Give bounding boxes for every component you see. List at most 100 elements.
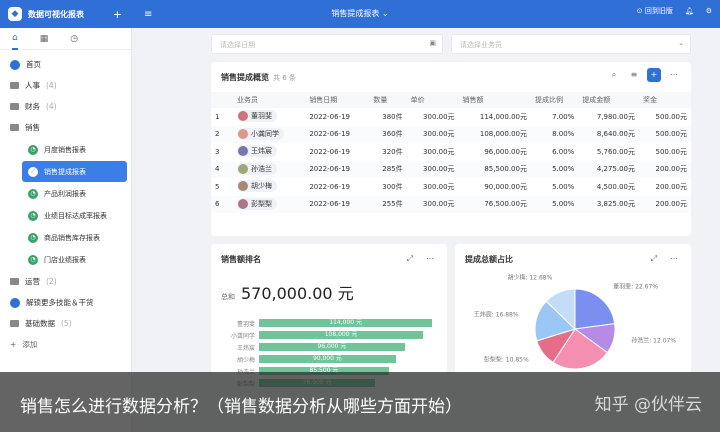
settings-icon[interactable]: ⚙ xyxy=(706,7,712,15)
home-icon xyxy=(10,59,20,70)
bar[interactable]: 114,000 元 xyxy=(259,319,433,327)
avatar xyxy=(238,111,248,122)
bar-category-label: 小龚同学 xyxy=(230,332,255,340)
column-header[interactable]: 单价 xyxy=(406,92,459,108)
sidebar-subitem-monthly-sales[interactable]: ◔ 月度销售报表 xyxy=(22,139,127,160)
date-cell: 2022-06-19 xyxy=(309,182,350,191)
sidebar-item-basic-data[interactable]: 基础数据 (5) xyxy=(0,313,131,334)
avatar xyxy=(238,181,248,192)
menu-icon[interactable]: ≡ xyxy=(144,9,152,20)
folder-open-icon xyxy=(10,124,19,131)
plus-icon: + xyxy=(10,340,17,349)
sidebar-add-button[interactable]: + 添加 xyxy=(0,334,131,355)
more-icon[interactable]: ⋯ xyxy=(667,68,681,82)
watermark: 知乎 @伙伴云 xyxy=(594,395,702,415)
folder-icon xyxy=(10,320,19,327)
chart-icon: ◔ xyxy=(28,210,38,221)
price-cell: 300.00元 xyxy=(406,160,459,178)
row-index: 2 xyxy=(211,125,233,143)
salesperson-name: 孙浩兰 xyxy=(251,164,272,173)
bar[interactable]: 90,000 元 xyxy=(259,355,396,363)
sidebar-item-unlock-skills[interactable]: 解锁更多技能＆干货 xyxy=(0,292,131,313)
sidebar-subitem-target-rate[interactable]: ◔ 业绩目标达成率报表 xyxy=(22,205,127,226)
sidebar-item-operations[interactable]: 运营 (2) xyxy=(0,271,131,292)
bonus-cell: 200.00元 xyxy=(639,195,691,213)
table-row[interactable]: 3 王炜宸 2022-06-19 320件 300.00元 96,000.00元 6.00%… xyxy=(211,143,691,161)
add-app-icon[interactable]: + xyxy=(113,8,122,21)
rate-cell: 5.00% xyxy=(530,160,579,178)
total-value: 570,000.00 元 xyxy=(241,284,354,303)
column-header[interactable]: 奖金 xyxy=(639,92,691,108)
column-header[interactable]: 业务员 xyxy=(233,92,306,108)
column-header[interactable]: 数量 xyxy=(369,92,407,108)
row-index: 4 xyxy=(211,160,233,178)
bonus-cell: 200.00元 xyxy=(639,160,691,178)
bar[interactable]: 108,000 元 xyxy=(259,331,424,339)
commission-cell: 7,980.00元 xyxy=(596,112,636,121)
table-row[interactable]: 5 胡少梅 2022-06-19 300件 300.00元 90,000.00元 5.00%… xyxy=(211,178,691,196)
column-header[interactable]: 销售日期 xyxy=(305,92,370,108)
commission-cell: 4,275.00元 xyxy=(578,160,640,178)
search-icon[interactable]: ⌕ xyxy=(607,68,621,82)
pie-slice-label: 王炜宸: 16.88% xyxy=(474,311,519,319)
pie-slice-label: 董羽斐: 22.67% xyxy=(613,282,658,290)
table-row[interactable]: 6 彭梨梨 2022-06-19 255件 300.00元 76,500.00元 5.00%… xyxy=(211,195,691,213)
sidebar-subitem-sales-commission[interactable]: ⟋ 销售提成报表 xyxy=(22,161,127,182)
table-row[interactable]: 4 孙浩兰 2022-06-19 285件 300.00元 85,500.00元 5.00%… xyxy=(211,160,691,178)
row-index: 5 xyxy=(215,182,220,191)
person-tag: 董羽斐 xyxy=(237,110,277,123)
table-row[interactable]: 1 董羽斐 2022-06-19 380件 300.00元 114,000.00元 7.00… xyxy=(211,108,691,126)
rate-cell: 8.00% xyxy=(530,125,579,143)
date-cell: 2022-06-19 xyxy=(305,160,370,178)
sidebar-subitem-store[interactable]: ◔ 门店业绩报表 xyxy=(22,249,127,270)
bonus-cell: 500.00元 xyxy=(639,125,691,143)
more-icon[interactable]: ⋯ xyxy=(423,252,437,266)
table-row[interactable]: 2 小龚同学 2022-06-19 360件 300.00元 108,000.00元 8.0… xyxy=(211,125,691,143)
sidebar-subitem-inventory[interactable]: ◔ 商品销售库存报表 xyxy=(22,227,127,248)
date-filter[interactable]: 请选择日期 ▣ xyxy=(211,34,443,54)
home-tab-icon[interactable]: ⌂ xyxy=(12,28,18,50)
sidebar-item-home[interactable]: 首页 xyxy=(0,54,131,75)
column-header[interactable]: 销售额 xyxy=(458,92,531,108)
table-tab-icon[interactable]: ▦ xyxy=(40,34,49,44)
sales-cell: 85,500.00元 xyxy=(458,160,531,178)
quantity-cell: 380件 xyxy=(382,112,403,121)
sidebar-item-finance[interactable]: 财务 (4) xyxy=(0,96,131,117)
column-header[interactable]: 提成比例 xyxy=(530,92,579,108)
quantity-cell: 320件 xyxy=(382,147,403,156)
salesperson-name: 王炜宸 xyxy=(251,147,272,156)
calendar-icon: ▣ xyxy=(429,39,436,47)
person-tag: 孙浩兰 xyxy=(237,162,277,175)
column-header[interactable]: 提成金额 xyxy=(578,92,640,108)
date-cell: 2022-06-19 xyxy=(309,112,350,121)
ranking-card-title: 销售额排名 xyxy=(221,255,261,264)
commission-cell: 3,825.00元 xyxy=(578,195,640,213)
return-old-version-button[interactable]: ⊙ 回到旧版 xyxy=(637,6,673,16)
pie-slice[interactable] xyxy=(574,288,616,330)
filter-icon[interactable]: ≡ xyxy=(627,68,641,82)
sidebar-item-hr[interactable]: 人事 (4) xyxy=(0,75,131,96)
sidebar-subitem-product-profit[interactable]: ◔ 产品利润报表 xyxy=(22,183,127,204)
add-record-button[interactable]: + xyxy=(647,68,661,82)
sales-cell: 108,000.00元 xyxy=(458,125,531,143)
app-title: 数据可视化报表 xyxy=(28,9,84,19)
bonus-cell: 500.00元 xyxy=(655,147,688,156)
pie-card: 提成总额占比 ⤢ ⋯ 董羽斐: 22.67%孙浩兰: 12.07%小龚同学:彭梨… xyxy=(455,244,691,374)
salesperson-filter[interactable]: 请选择业务员 ⌄ xyxy=(451,34,691,54)
expand-icon[interactable]: ⤢ xyxy=(403,252,417,266)
top-right-actions: ⊙ 回到旧版 🔔︎ ⚙ xyxy=(637,6,712,16)
gift-icon xyxy=(10,297,20,308)
salesperson-cell: 孙浩兰 xyxy=(233,160,306,178)
bonus-cell: 200.00元 xyxy=(655,182,688,191)
clock-tab-icon[interactable]: ◷ xyxy=(70,34,78,44)
sales-cell: 90,000.00元 xyxy=(484,182,527,191)
sales-cell: 76,500.00元 xyxy=(458,195,531,213)
row-index: 1 xyxy=(215,112,220,121)
commission-cell: 4,500.00元 xyxy=(596,182,636,191)
bar[interactable]: 96,000 元 xyxy=(259,343,405,351)
sidebar-item-sales[interactable]: 销售 xyxy=(0,117,131,138)
table-header-row: 业务员 销售日期 数量 单价 销售额 提成比例 提成金额 奖金 xyxy=(211,92,691,108)
bell-icon[interactable]: 🔔︎ xyxy=(685,7,694,15)
quantity-cell: 255件 xyxy=(369,195,407,213)
salesperson-name: 董羽斐 xyxy=(251,112,272,121)
